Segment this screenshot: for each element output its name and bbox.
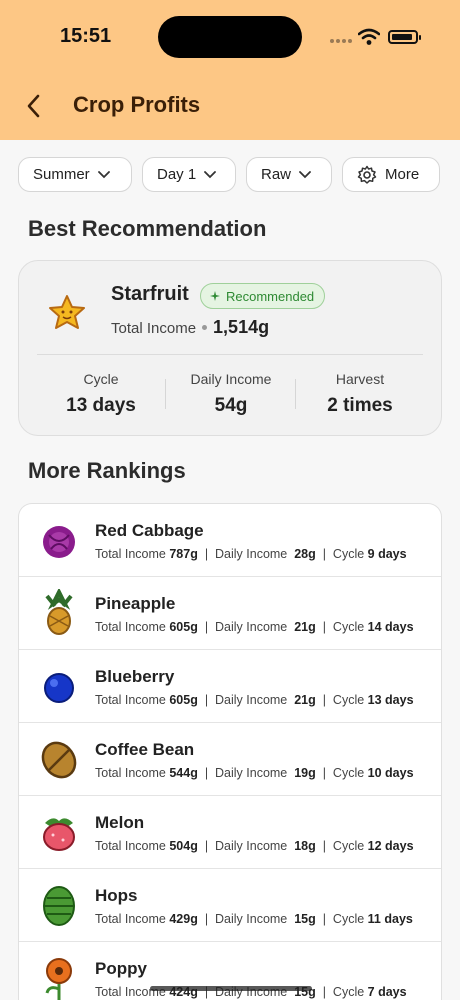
stat-daily-income: Daily Income 54g [166,371,296,417]
chevron-down-icon [204,170,217,178]
crop-stats: Total Income 605g | Daily Income 21g | C… [95,693,414,707]
status-time: 15:51 [60,25,112,47]
crop-name: Melon [95,813,145,832]
crop-name: Coffee Bean [95,740,195,759]
stat-label: Daily Income [190,371,272,387]
chevron-down-icon [299,170,311,178]
list-item[interactable]: Coffee Bean Total Income 544g | Daily In… [19,723,441,796]
blueberry-icon [44,673,74,703]
more-options-button[interactable]: More [342,157,440,192]
red-cabbage-icon [43,526,75,558]
pineapple-icon [45,589,73,635]
stat-value: 2 times [327,395,393,416]
list-item[interactable]: Melon Total Income 504g | Daily Income 1… [19,796,441,869]
crop-stats: Total Income 605g | Daily Income 21g | C… [95,620,414,634]
badge-label: Recommended [226,288,315,304]
crop-name: Red Cabbage [95,521,204,540]
day-dropdown[interactable]: Day 1 [142,157,236,192]
dynamic-island [158,16,302,58]
season-dropdown[interactable]: Summer [18,157,132,192]
crop-stats: Total Income 429g | Daily Income 15g | C… [95,912,413,926]
stat-value: 13 days [66,395,136,416]
crop-stats: Total Income 544g | Daily Income 19g | C… [95,766,414,780]
starfruit-icon [49,295,85,329]
total-income: Total Income 1,514g [111,317,269,338]
quality-label: Raw [261,166,292,183]
hops-icon [43,886,75,926]
stat-harvest: Harvest 2 times [295,371,425,417]
crop-name: Blueberry [95,667,175,686]
gear-icon [357,165,377,184]
separator-dot [202,325,208,331]
crop-name: Starfruit [111,283,189,305]
recommended-badge: Recommended [200,283,326,309]
wifi-icon [358,28,380,45]
page-title: Crop Profits [73,92,201,117]
crop-stats: Total Income 504g | Daily Income 18g | C… [95,839,414,853]
total-income-label: Total Income [111,320,197,337]
divider [37,354,423,355]
list-item[interactable]: Poppy Total Income 424g | Daily Income 1… [19,942,441,1000]
back-chevron-icon[interactable] [22,92,46,120]
chevron-down-icon [97,170,110,178]
app-header: 15:51 Crop Profits [0,0,460,140]
sparkle-icon [210,291,220,301]
crop-stats: Total Income 787g | Daily Income 28g | C… [95,547,407,561]
day-label: Day 1 [157,166,197,183]
crop-name: Poppy [95,959,147,978]
cellular-signal-icon [330,39,352,43]
stat-label: Cycle [83,371,119,387]
list-item[interactable]: Blueberry Total Income 605g | Daily Inco… [19,650,441,723]
more-label: More [385,166,420,183]
rankings-list: Red Cabbage Total Income 787g | Daily In… [18,503,442,1000]
total-income-value: 1,514g [213,317,270,337]
crop-name: Hops [95,886,138,905]
more-rankings-heading: More Rankings [28,458,186,483]
quality-dropdown[interactable]: Raw [246,157,332,192]
best-recommendation-card[interactable]: Starfruit Recommended Total Income 1,514g… [18,260,442,436]
list-item[interactable]: Red Cabbage Total Income 787g | Daily In… [19,504,441,577]
coffee-bean-icon [41,741,77,779]
battery-icon [388,30,421,44]
list-item[interactable]: Pineapple Total Income 605g | Daily Inco… [19,577,441,650]
filter-bar: Summer Day 1 Raw More [18,157,440,193]
season-label: Summer [33,166,90,183]
crop-name: Pineapple [95,594,176,613]
melon-icon [43,818,75,851]
stat-cycle: Cycle 13 days [36,371,166,417]
status-bar: 15:51 [0,0,460,70]
best-recommendation-heading: Best Recommendation [28,216,267,241]
stat-value: 54g [214,395,248,416]
poppy-icon [45,958,72,1000]
list-item[interactable]: Hops Total Income 429g | Daily Income 15… [19,869,441,942]
home-indicator[interactable] [150,986,312,991]
stat-label: Harvest [335,371,385,387]
